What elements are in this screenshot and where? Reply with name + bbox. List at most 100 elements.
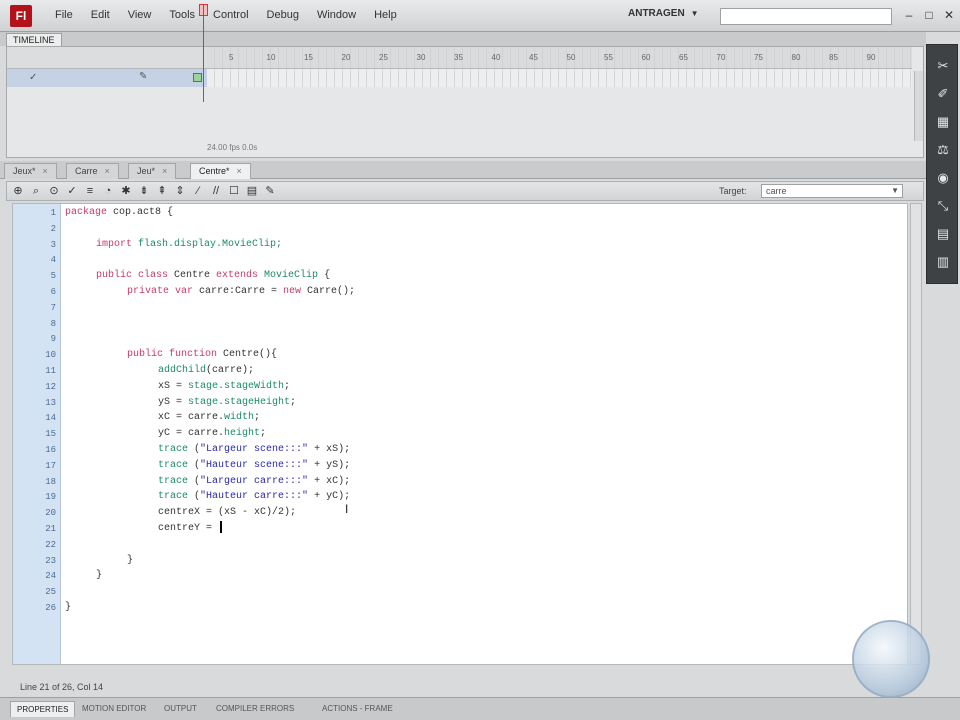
close-icon[interactable]: ✕ [940, 6, 958, 24]
code-token: public class [96, 270, 169, 282]
code-line: public class Centre extends MovieClip { [96, 268, 330, 284]
tab-properties[interactable]: PROPERTIES [10, 701, 76, 717]
code-line: trace ("Largeur scene:::" + xS); [158, 442, 350, 458]
tab-motion-editor[interactable]: MOTION EDITOR [76, 701, 152, 717]
help-search-input[interactable] [720, 8, 892, 25]
code-token: package [65, 207, 108, 218]
code-line: } [65, 600, 71, 616]
tab-centre[interactable]: Centre* × [190, 163, 251, 179]
transform-icon[interactable]: ⤡ [932, 195, 954, 217]
scissors-icon[interactable]: ✂ [932, 55, 954, 77]
document-tabs: Jeux* × Carre × Jeu* × Centre* × [0, 161, 926, 179]
target-select[interactable]: carre ▼ [761, 184, 903, 198]
line-number: 12 [45, 381, 56, 392]
editor-scrollbar[interactable] [910, 203, 922, 665]
code-token: + yC); [308, 491, 351, 503]
collapse-selection-icon[interactable]: ⇞ [155, 184, 169, 198]
code-area[interactable]: package cop.act8 {import flash.display.M… [65, 204, 905, 664]
timeline-scrollbar[interactable] [914, 71, 923, 141]
layer-outline-icon[interactable] [193, 73, 202, 82]
frame-grid[interactable] [207, 69, 912, 87]
brush-icon[interactable]: ✐ [932, 83, 954, 105]
menu-debug[interactable]: Debug [258, 9, 308, 21]
find-icon[interactable]: ⌕ [29, 184, 43, 198]
line-number: 8 [50, 318, 56, 329]
chart-icon[interactable]: ▥ [932, 251, 954, 273]
menu-help[interactable]: Help [365, 9, 406, 21]
line-number-gutter: 1 2 3 4 5 6 7 8 9 10 11 12 13 14 15 16 17 18 19 20 21 22 23 24 2… [13, 204, 61, 664]
menu-file[interactable]: File [46, 9, 82, 21]
code-token: width [224, 412, 255, 424]
frame-number: 10 [266, 53, 276, 62]
layer-visibility-icon[interactable]: ✓ [29, 72, 37, 83]
code-token: } [127, 554, 134, 566]
insert-target-icon[interactable]: ⊙ [47, 184, 61, 198]
code-line: package cop.act8 { [65, 205, 173, 221]
line-number: 15 [45, 429, 56, 440]
code-token: trace [158, 491, 189, 503]
align-icon[interactable]: ⚖ [932, 139, 954, 161]
color-icon[interactable]: ◉ [932, 167, 954, 189]
workspace-switcher[interactable]: ANTRAGEN ▼ [622, 8, 705, 24]
restore-icon[interactable]: □ [920, 6, 938, 24]
minimize-icon[interactable]: – [900, 6, 918, 24]
code-line: addChild(carre); [158, 363, 254, 379]
chevron-down-icon: ▼ [891, 186, 899, 195]
script-assist-icon[interactable]: ✎ [263, 184, 277, 198]
remove-comment-icon[interactable]: ☐ [227, 184, 241, 198]
tab-output[interactable]: OUTPUT [158, 701, 203, 717]
panel-icon[interactable]: ▦ [932, 111, 954, 133]
code-line: xS = stage.stageWidth; [158, 379, 290, 395]
line-number: 17 [45, 460, 56, 471]
frame-ruler[interactable]: 5 10 15 20 25 30 35 40 45 50 55 60 65 70 75 80 85 90 [207, 47, 912, 69]
debug-icon[interactable]: ✱ [119, 184, 133, 198]
line-number: 20 [45, 508, 56, 519]
collapse-icon[interactable]: ⇟ [137, 184, 151, 198]
tab-compiler-errors[interactable]: COMPILER ERRORS [210, 701, 300, 717]
code-token: + xS); [308, 444, 351, 455]
frame-number: 45 [529, 53, 538, 62]
menu-items: File Edit View Tools Control Debug Window Help [46, 9, 406, 21]
comment-icon[interactable]: ⁄ [191, 184, 205, 198]
timeline-tabbar: TIMELINE [0, 32, 926, 46]
check-syntax-icon[interactable]: ✓ [65, 184, 79, 198]
code-token: ( [188, 475, 201, 487]
tab-actions-frame[interactable]: ACTIONS - FRAME [316, 701, 399, 717]
code-line: yC = carre.height; [158, 426, 266, 442]
menu-tools[interactable]: Tools [160, 9, 204, 21]
code-token: ( [188, 459, 201, 471]
code-token: ( [188, 491, 201, 503]
close-icon[interactable]: × [105, 166, 110, 176]
tab-carre[interactable]: Carre × [66, 163, 119, 179]
code-token: MovieClip [258, 270, 319, 282]
menu-control[interactable]: Control [204, 9, 257, 21]
close-icon[interactable]: × [43, 166, 48, 176]
auto-format-icon[interactable]: ≡ [83, 184, 97, 198]
code-hint-icon[interactable]: ◔ [101, 184, 115, 198]
line-number: 21 [45, 524, 56, 534]
menu-view[interactable]: View [119, 9, 161, 21]
code-line: xC = carre.width; [158, 410, 260, 426]
expand-all-icon[interactable]: ⇕ [173, 184, 187, 198]
menu-window[interactable]: Window [308, 9, 365, 21]
code-token: ; [290, 396, 297, 408]
timeline-footer: 24.00 fps 0.0s [207, 143, 258, 152]
tab-jeux[interactable]: Jeux* × [4, 163, 57, 179]
code-token: trace [158, 475, 189, 487]
close-icon[interactable]: × [162, 166, 167, 176]
add-statement-icon[interactable]: ⊕ [11, 184, 25, 198]
line-comment-icon[interactable]: // [209, 184, 223, 198]
toggle-toolbox-icon[interactable]: ▤ [245, 184, 259, 198]
tab-label: Carre [75, 166, 98, 176]
chevron-down-icon: ▼ [690, 9, 699, 18]
code-editor[interactable]: 1 2 3 4 5 6 7 8 9 10 11 12 13 14 15 16 17 18 19 20 21 22 23 24 2… [12, 203, 908, 665]
tab-timeline[interactable]: TIMELINE [6, 33, 62, 46]
workspace-label: ANTRAGEN [628, 8, 685, 19]
code-token: cop.act8 { [107, 207, 174, 218]
tab-jeu[interactable]: Jeu* × [128, 163, 177, 179]
layer-row[interactable]: ✓ ✎ [7, 69, 207, 87]
menu-edit[interactable]: Edit [82, 9, 119, 21]
line-number: 3 [50, 239, 56, 250]
library-icon[interactable]: ▤ [932, 223, 954, 245]
close-icon[interactable]: × [237, 166, 242, 176]
